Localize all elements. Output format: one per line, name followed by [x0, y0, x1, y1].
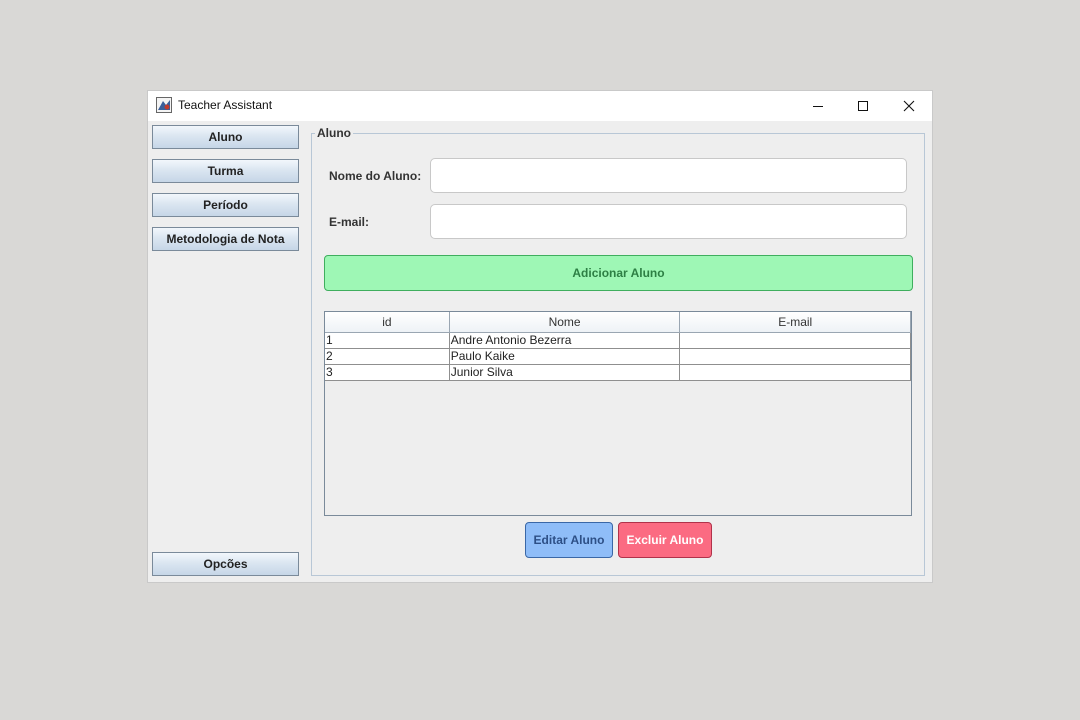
students-table[interactable]: id Nome E-mail 1 Andre Antonio Bezerra 2…	[324, 311, 912, 516]
delete-aluno-button[interactable]: Excluir Aluno	[618, 522, 712, 558]
app-icon	[156, 97, 172, 113]
table-row[interactable]: 3 Junior Silva	[325, 364, 911, 381]
column-header-id[interactable]: id	[325, 312, 450, 333]
sidebar-item-aluno[interactable]: Aluno	[152, 125, 299, 149]
cell-nome: Paulo Kaike	[449, 348, 681, 365]
minimize-icon	[813, 106, 823, 107]
cell-nome: Junior Silva	[449, 364, 681, 381]
name-input[interactable]	[430, 158, 907, 193]
maximize-button[interactable]	[840, 91, 886, 121]
sidebar-item-periodo[interactable]: Período	[152, 193, 299, 217]
email-label: E-mail:	[329, 215, 370, 229]
table-row[interactable]: 2 Paulo Kaike	[325, 348, 911, 365]
maximize-icon	[858, 101, 868, 111]
cell-nome: Andre Antonio Bezerra	[449, 332, 681, 349]
cell-email	[679, 364, 911, 381]
title-bar[interactable]: Teacher Assistant	[148, 91, 932, 121]
edit-aluno-button[interactable]: Editar Aluno	[525, 522, 613, 558]
name-label: Nome do Aluno:	[329, 169, 422, 183]
column-header-email[interactable]: E-mail	[679, 312, 911, 333]
cell-email	[679, 332, 911, 349]
cell-id: 3	[325, 364, 450, 381]
sidebar-item-metodologia[interactable]: Metodologia de Nota	[152, 227, 299, 251]
cell-id: 2	[325, 348, 450, 365]
options-button[interactable]: Opcões	[152, 552, 299, 576]
app-window: Teacher Assistant Aluno Turma Período Me…	[148, 91, 932, 582]
email-input[interactable]	[430, 204, 907, 239]
column-header-nome[interactable]: Nome	[449, 312, 681, 333]
cell-email	[679, 348, 911, 365]
sidebar-item-turma[interactable]: Turma	[152, 159, 299, 183]
add-aluno-button[interactable]: Adicionar Aluno	[324, 255, 913, 291]
minimize-button[interactable]	[795, 91, 841, 121]
students-table-grid: id Nome E-mail 1 Andre Antonio Bezerra 2…	[325, 312, 911, 381]
cell-id: 1	[325, 332, 450, 349]
window-title: Teacher Assistant	[178, 98, 273, 112]
panel-title: Aluno	[315, 126, 353, 140]
close-icon	[903, 100, 915, 112]
table-row[interactable]: 1 Andre Antonio Bezerra	[325, 332, 911, 349]
table-header-row: id Nome E-mail	[325, 312, 911, 333]
close-button[interactable]	[886, 91, 932, 121]
